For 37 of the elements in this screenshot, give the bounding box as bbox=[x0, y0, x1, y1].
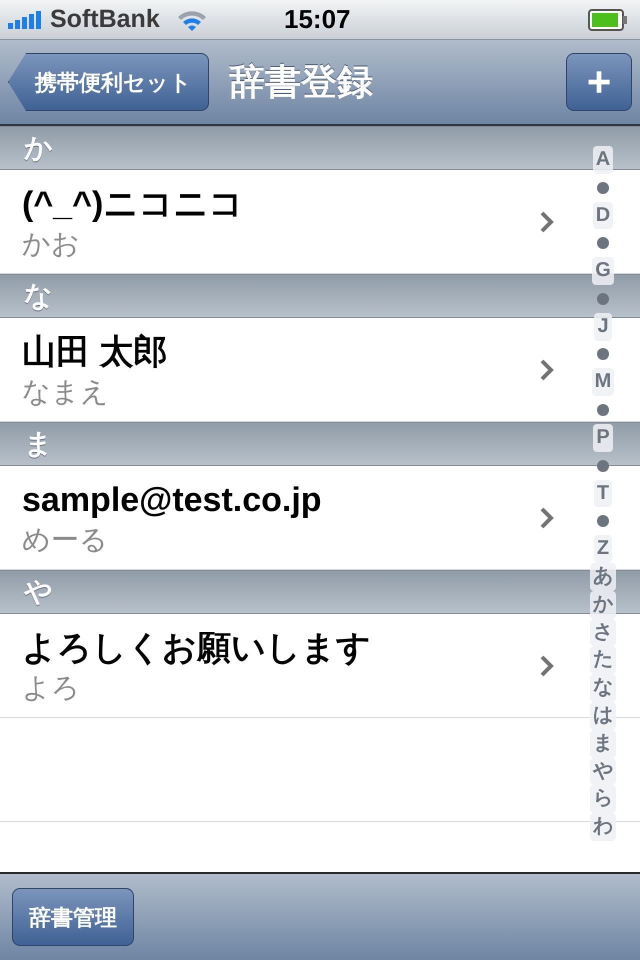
entry-reading: めーる bbox=[22, 522, 109, 556]
chevron-icon bbox=[540, 358, 554, 380]
screen-title: 辞書登録 bbox=[229, 60, 373, 104]
clock: 15:07 bbox=[284, 3, 350, 36]
index-letter[interactable]: J bbox=[594, 312, 612, 341]
chevron-icon bbox=[540, 654, 554, 676]
wifi-icon bbox=[176, 8, 208, 30]
index-letter[interactable]: P bbox=[593, 424, 613, 452]
index-letter[interactable]: ら bbox=[590, 785, 616, 814]
index-letter[interactable]: D bbox=[592, 202, 614, 230]
index-letter[interactable]: か bbox=[590, 590, 616, 619]
entry-title: よろしくお願いします bbox=[22, 628, 372, 668]
index-letter[interactable]: な bbox=[590, 674, 616, 702]
manage-button[interactable]: 辞書管理 bbox=[12, 888, 134, 946]
index-letter[interactable]: あ bbox=[590, 562, 616, 591]
index-letter[interactable]: さ bbox=[590, 618, 616, 646]
entry-title: 山田 太郎 bbox=[22, 332, 168, 372]
index-letter[interactable]: わ bbox=[590, 813, 616, 841]
back-button[interactable]: 携帯便利セット bbox=[8, 53, 209, 111]
entry-title: sample@test.co.jp bbox=[22, 480, 323, 520]
index-letter[interactable]: A bbox=[592, 146, 614, 174]
chevron-icon bbox=[540, 506, 554, 528]
battery-icon bbox=[588, 8, 628, 30]
index-letter[interactable]: は bbox=[590, 702, 616, 730]
index-letter[interactable]: Z bbox=[594, 535, 612, 563]
entry-reading: かお bbox=[22, 226, 81, 260]
index-letter[interactable]: た bbox=[590, 646, 616, 674]
index-letter[interactable]: ま bbox=[590, 730, 616, 758]
entry-reading: よろ bbox=[22, 670, 81, 704]
chevron-icon bbox=[540, 210, 554, 232]
index-letter[interactable]: や bbox=[590, 758, 616, 786]
index-letter[interactable]: G bbox=[592, 257, 614, 285]
add-button[interactable]: + bbox=[566, 53, 632, 111]
entry-reading: なまえ bbox=[22, 374, 110, 408]
index-letter[interactable]: M bbox=[592, 368, 614, 396]
carrier-name: SoftBank bbox=[50, 4, 160, 35]
entry-title: (^_^)ニコニコ bbox=[22, 184, 244, 224]
